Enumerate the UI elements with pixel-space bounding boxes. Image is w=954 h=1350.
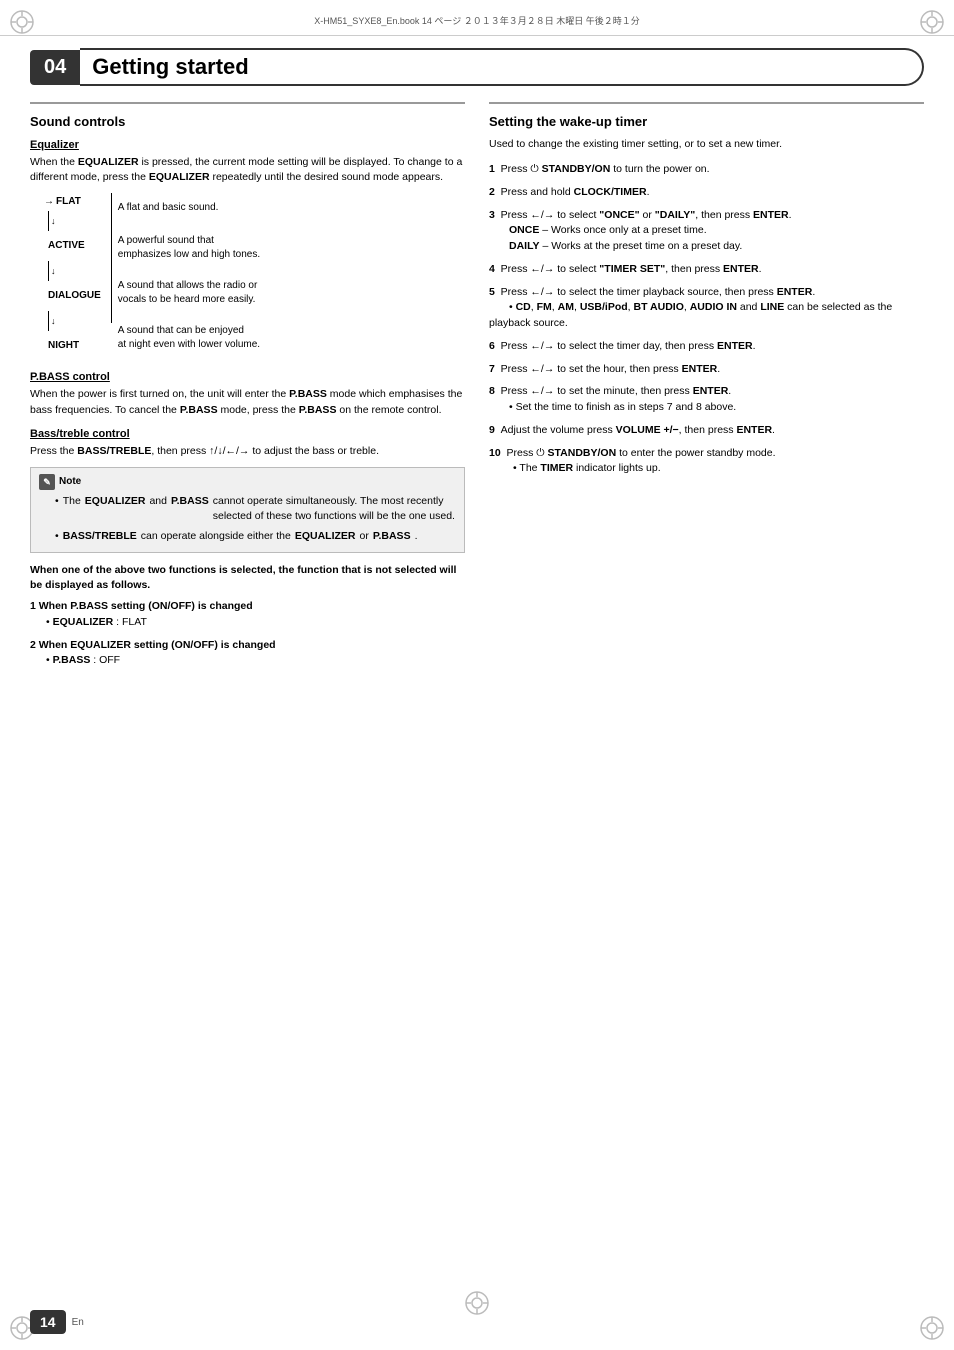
chapter-title: Getting started xyxy=(92,54,248,79)
chapter-number: 04 xyxy=(30,50,80,85)
pbass-text: When the power is first turned on, the u… xyxy=(30,387,465,417)
page-language: En xyxy=(72,1317,84,1328)
page-number: 14 xyxy=(30,1310,66,1334)
note-bullet-1: The EQUALIZER and P.BASS cannot operate … xyxy=(39,494,456,524)
right-column: Setting the wake-up timer Used to change… xyxy=(489,102,924,676)
equalizer-intro: When the EQUALIZER is pressed, the curre… xyxy=(30,155,465,185)
eq-diagram: → FLAT ↓ ACTIVE ↓ DIALOGUE xyxy=(40,193,465,361)
bottom-center-decoration xyxy=(463,1289,491,1320)
right-step-2: 2 Press and hold CLOCK/TIMER. xyxy=(489,185,924,201)
right-step-7: 7 Press ←/→ to set the hour, then press … xyxy=(489,362,924,378)
header-bar: X-HM51_SYXE8_En.book 14 ページ ２０１３年３月２８日 木… xyxy=(0,0,954,36)
header-meta: X-HM51_SYXE8_En.book 14 ページ ２０１３年３月２８日 木… xyxy=(20,10,934,31)
bass-treble-text: Press the BASS/TREBLE, then press ↑/↓/←/… xyxy=(30,444,465,459)
right-step-6: 6 Press ←/→ to select the timer day, the… xyxy=(489,339,924,355)
right-step-9: 9 Adjust the volume press VOLUME +/−, th… xyxy=(489,423,924,439)
pbass-title: P.BASS control xyxy=(30,371,465,383)
chapter-title-wrap: Getting started xyxy=(80,48,924,86)
left-step-2: 2 When EQUALIZER setting (ON/OFF) is cha… xyxy=(30,638,465,670)
chapter-header: 04 Getting started xyxy=(30,48,924,86)
right-step-1: 1 Press ⏻ STANDBY/ON to turn the power o… xyxy=(489,162,924,178)
sound-controls-title: Sound controls xyxy=(30,114,465,129)
left-column: Sound controls Equalizer When the EQUALI… xyxy=(30,102,465,676)
right-step-5: 5 Press ←/→ to select the timer playback… xyxy=(489,285,924,332)
right-step-8: 8 Press ←/→ to set the minute, then pres… xyxy=(489,384,924,416)
bold-heading: When one of the above two functions is s… xyxy=(30,563,465,593)
right-step-10: 10 Press ⏻ STANDBY/ON to enter the power… xyxy=(489,446,924,478)
wake-up-timer-title: Setting the wake-up timer xyxy=(489,114,924,129)
note-title: ✎ Note xyxy=(39,474,456,490)
bass-treble-title: Bass/treble control xyxy=(30,428,465,440)
main-content: Sound controls Equalizer When the EQUALI… xyxy=(30,102,924,676)
right-step-3: 3 Press ←/→ to select "ONCE" or "DAILY",… xyxy=(489,208,924,255)
note-bullet-2: BASS/TREBLE can operate alongside either… xyxy=(39,529,456,544)
wake-up-intro: Used to change the existing timer settin… xyxy=(489,137,924,152)
equalizer-title: Equalizer xyxy=(30,139,465,151)
right-step-4: 4 Press ←/→ to select "TIMER SET", then … xyxy=(489,262,924,278)
note-icon: ✎ xyxy=(39,474,55,490)
left-step-1: 1 When P.BASS setting (ON/OFF) is change… xyxy=(30,599,465,631)
note-box: ✎ Note The EQUALIZER and P.BASS cannot o… xyxy=(30,467,465,553)
footer: 14 En xyxy=(30,1310,84,1334)
corner-decoration-br xyxy=(918,1314,946,1342)
